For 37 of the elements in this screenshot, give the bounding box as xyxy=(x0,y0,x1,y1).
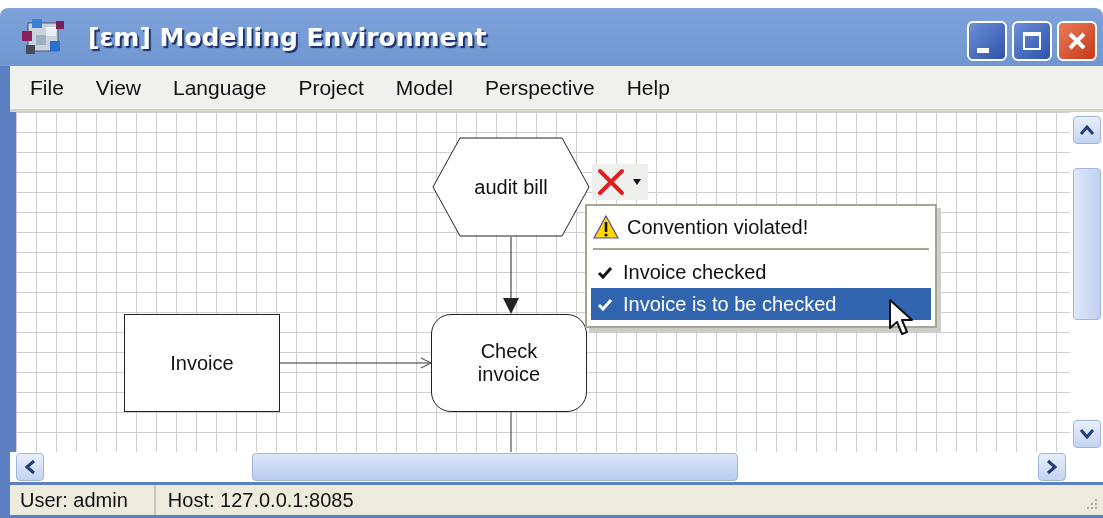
checkmark-icon xyxy=(597,264,613,280)
scroll-up-button[interactable] xyxy=(1072,116,1101,144)
scroll-right-button[interactable] xyxy=(1038,453,1066,481)
close-button[interactable] xyxy=(1057,21,1097,61)
minimize-icon xyxy=(977,47,989,53)
minimize-button[interactable] xyxy=(967,21,1007,61)
status-host: Host: 127.0.0.1:8085 xyxy=(166,488,354,512)
scroll-thumb[interactable] xyxy=(1072,168,1101,320)
flow-line xyxy=(510,411,512,452)
menu-item[interactable]: Language xyxy=(173,75,267,100)
menu-item[interactable]: File xyxy=(30,75,64,100)
function-node: Check invoice xyxy=(431,314,587,412)
vertical-scrollbar[interactable] xyxy=(1070,112,1103,452)
violation-button[interactable] xyxy=(592,164,648,200)
scroll-down-button[interactable] xyxy=(1072,420,1101,448)
menu-item[interactable]: Model xyxy=(395,75,453,100)
resize-grip-icon[interactable] xyxy=(1085,497,1099,511)
menu-item[interactable]: View xyxy=(95,75,141,100)
event-node: audit bill xyxy=(432,137,590,237)
popup-header: Convention violated! xyxy=(627,215,809,239)
status-user: User: admin xyxy=(10,485,156,515)
dropdown-caret-icon xyxy=(632,178,642,186)
scroll-left-button[interactable] xyxy=(16,453,44,481)
close-icon xyxy=(1066,30,1088,52)
menu-item[interactable]: Project xyxy=(298,75,364,100)
popup-menu-item[interactable]: Invoice checked xyxy=(591,256,931,288)
scroll-thumb[interactable] xyxy=(252,453,738,481)
horizontal-scrollbar[interactable] xyxy=(10,452,1070,482)
document-node: Invoice xyxy=(124,314,280,412)
checkmark-icon xyxy=(597,296,613,312)
menu-item[interactable]: Help xyxy=(626,75,670,100)
window-title: [εm] Modelling Environment xyxy=(88,22,488,52)
popup-menu-item[interactable]: Invoice is to be checked xyxy=(591,288,931,320)
warning-icon xyxy=(593,214,619,240)
maximize-icon xyxy=(1021,30,1043,52)
maximize-button[interactable] xyxy=(1012,21,1052,61)
menu-item[interactable]: Perspective xyxy=(485,75,595,100)
